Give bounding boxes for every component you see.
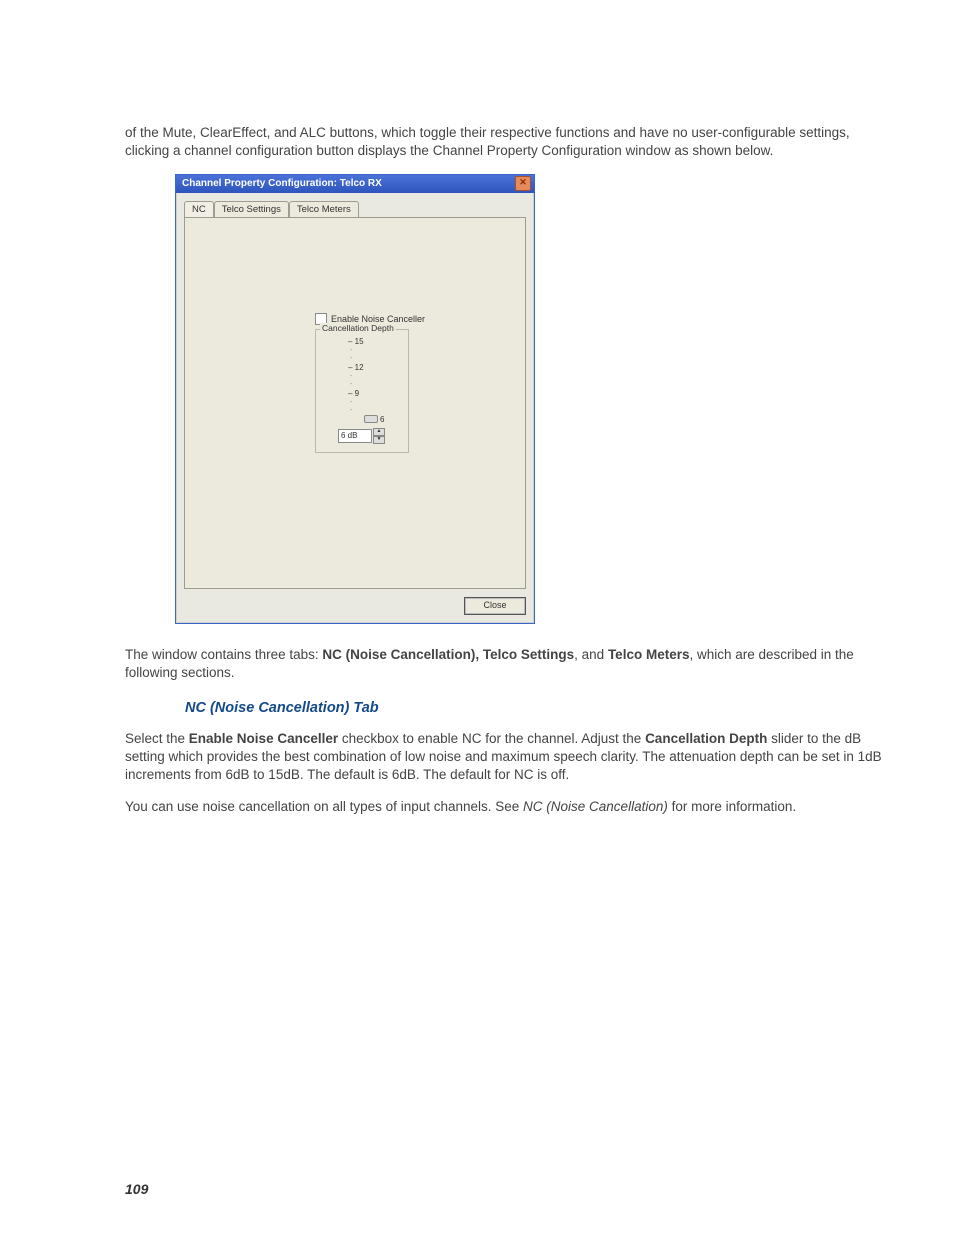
scale-15: – 15 — [348, 337, 398, 346]
intro-paragraph: of the Mute, ClearEffect, and ALC button… — [125, 124, 884, 160]
dialog-titlebar: Channel Property Configuration: Telco RX… — [176, 175, 534, 193]
dialog-title: Channel Property Configuration: Telco RX — [182, 178, 382, 189]
nc-tab-paragraph-1: Select the Enable Noise Canceller checkb… — [125, 730, 884, 785]
scale-tick: - — [350, 355, 398, 362]
slider-knob-icon[interactable] — [364, 415, 378, 423]
tab-telco-settings[interactable]: Telco Settings — [214, 201, 289, 217]
scale-12: – 12 — [348, 363, 398, 372]
scale-tick: - — [350, 373, 398, 380]
channel-property-dialog: Channel Property Configuration: Telco RX… — [175, 174, 535, 624]
spinner-up-icon[interactable]: ▲ — [373, 428, 385, 436]
tab-nc[interactable]: NC — [184, 201, 214, 217]
close-icon[interactable]: ✕ — [515, 176, 531, 191]
depth-spinner[interactable]: 6 dB ▲ ▼ — [338, 428, 398, 444]
scale-tick: - — [350, 407, 398, 414]
scale-tick: - — [350, 399, 398, 406]
page-number: 109 — [125, 1181, 148, 1197]
scale-tick: - — [350, 347, 398, 354]
depth-slider[interactable]: 6 — [364, 415, 398, 424]
nc-tab-heading: NC (Noise Cancellation) Tab — [185, 700, 884, 716]
scale-9: – 9 — [348, 389, 398, 398]
scale-tick: - — [350, 381, 398, 388]
depth-spinner-value[interactable]: 6 dB — [338, 429, 372, 443]
tab-telco-meters[interactable]: Telco Meters — [289, 201, 359, 217]
close-button[interactable]: Close — [464, 597, 526, 615]
cancellation-depth-legend: Cancellation Depth — [320, 323, 396, 333]
cancellation-depth-group: Cancellation Depth – 15 - - – 12 - - – 9… — [315, 329, 409, 453]
nc-tab-paragraph-2: You can use noise cancellation on all ty… — [125, 798, 884, 816]
tabs-description-paragraph: The window contains three tabs: NC (Nois… — [125, 646, 884, 682]
spinner-down-icon[interactable]: ▼ — [373, 436, 385, 444]
dialog-screenshot: Channel Property Configuration: Telco RX… — [175, 174, 884, 624]
scale-6: 6 — [380, 415, 384, 424]
tab-panel-nc: Enable Noise Canceller Cancellation Dept… — [184, 217, 526, 589]
